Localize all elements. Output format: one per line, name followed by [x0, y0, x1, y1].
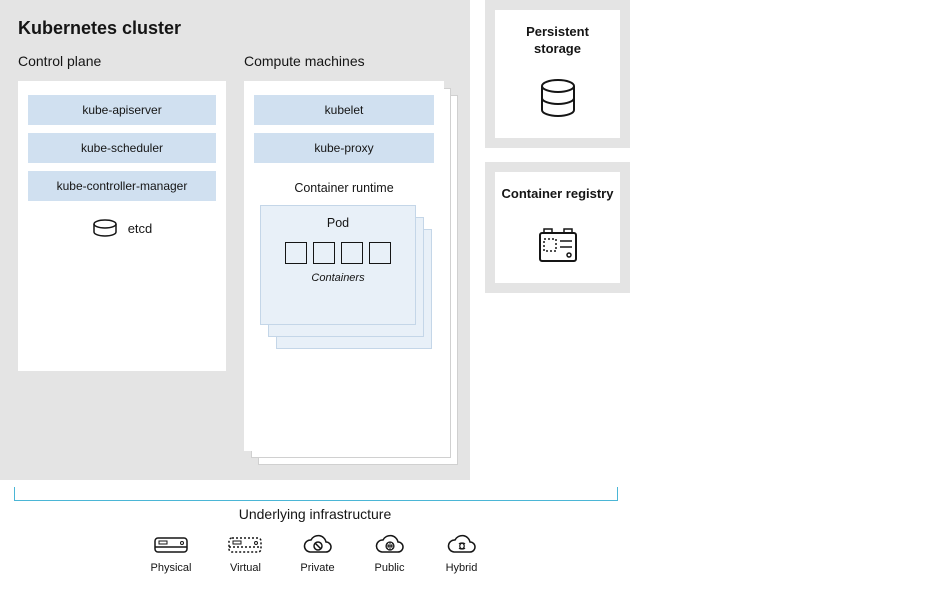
infra-label: Private [300, 562, 334, 574]
component-kube-scheduler: kube-scheduler [28, 133, 216, 163]
hybrid-cloud-icon [443, 532, 479, 558]
infra-label: Physical [151, 562, 192, 574]
database-icon [534, 76, 582, 124]
cluster-title: Kubernetes cluster [18, 18, 452, 39]
infra-title: Underlying infrastructure [0, 506, 630, 522]
etcd-icon [92, 219, 118, 237]
infra-label: Hybrid [446, 562, 478, 574]
control-plane-column: Control plane kube-apiserver kube-schedu… [18, 53, 226, 461]
kubernetes-cluster: Kubernetes cluster Control plane kube-ap… [0, 0, 470, 480]
etcd-row: etcd [28, 219, 216, 237]
public-cloud-icon [371, 532, 407, 558]
infra-item-physical: Physical [151, 532, 192, 574]
persistent-storage-box: Persistent storage [485, 0, 630, 148]
virtual-icon [227, 532, 263, 558]
registry-icon [534, 221, 582, 269]
compute-panel: kubelet kube-proxy Container runtime Pod [244, 81, 444, 451]
control-plane-panel: kube-apiserver kube-scheduler kube-contr… [18, 81, 226, 371]
physical-icon [153, 532, 189, 558]
pod-panel: Pod Containers [260, 205, 416, 325]
compute-machines-title: Compute machines [244, 53, 452, 69]
infra-label: Virtual [230, 562, 261, 574]
container-box [313, 242, 335, 264]
control-plane-title: Control plane [18, 53, 226, 69]
container-registry-title: Container registry [501, 186, 614, 203]
component-kube-apiserver: kube-apiserver [28, 95, 216, 125]
infra-item-virtual: Virtual [227, 532, 263, 574]
component-kube-controller-manager: kube-controller-manager [28, 171, 216, 201]
container-box [285, 242, 307, 264]
infra-bracket [14, 487, 618, 501]
component-kubelet: kubelet [254, 95, 434, 125]
infra-label: Public [375, 562, 405, 574]
container-box [369, 242, 391, 264]
underlying-infrastructure: Underlying infrastructure Physical Virtu… [0, 506, 630, 574]
container-box [341, 242, 363, 264]
pod-title: Pod [271, 216, 405, 230]
component-kube-proxy: kube-proxy [254, 133, 434, 163]
container-registry-box: Container registry [485, 162, 630, 293]
infra-item-public: Public [371, 532, 407, 574]
etcd-label: etcd [128, 221, 153, 236]
compute-machines-column: Compute machines kubelet kube-proxy Cont… [244, 53, 452, 461]
containers-label: Containers [271, 272, 405, 284]
infra-item-hybrid: Hybrid [443, 532, 479, 574]
container-runtime-title: Container runtime [254, 181, 434, 195]
persistent-storage-title: Persistent storage [501, 24, 614, 58]
private-cloud-icon [299, 532, 335, 558]
container-row [271, 242, 405, 264]
infra-item-private: Private [299, 532, 335, 574]
